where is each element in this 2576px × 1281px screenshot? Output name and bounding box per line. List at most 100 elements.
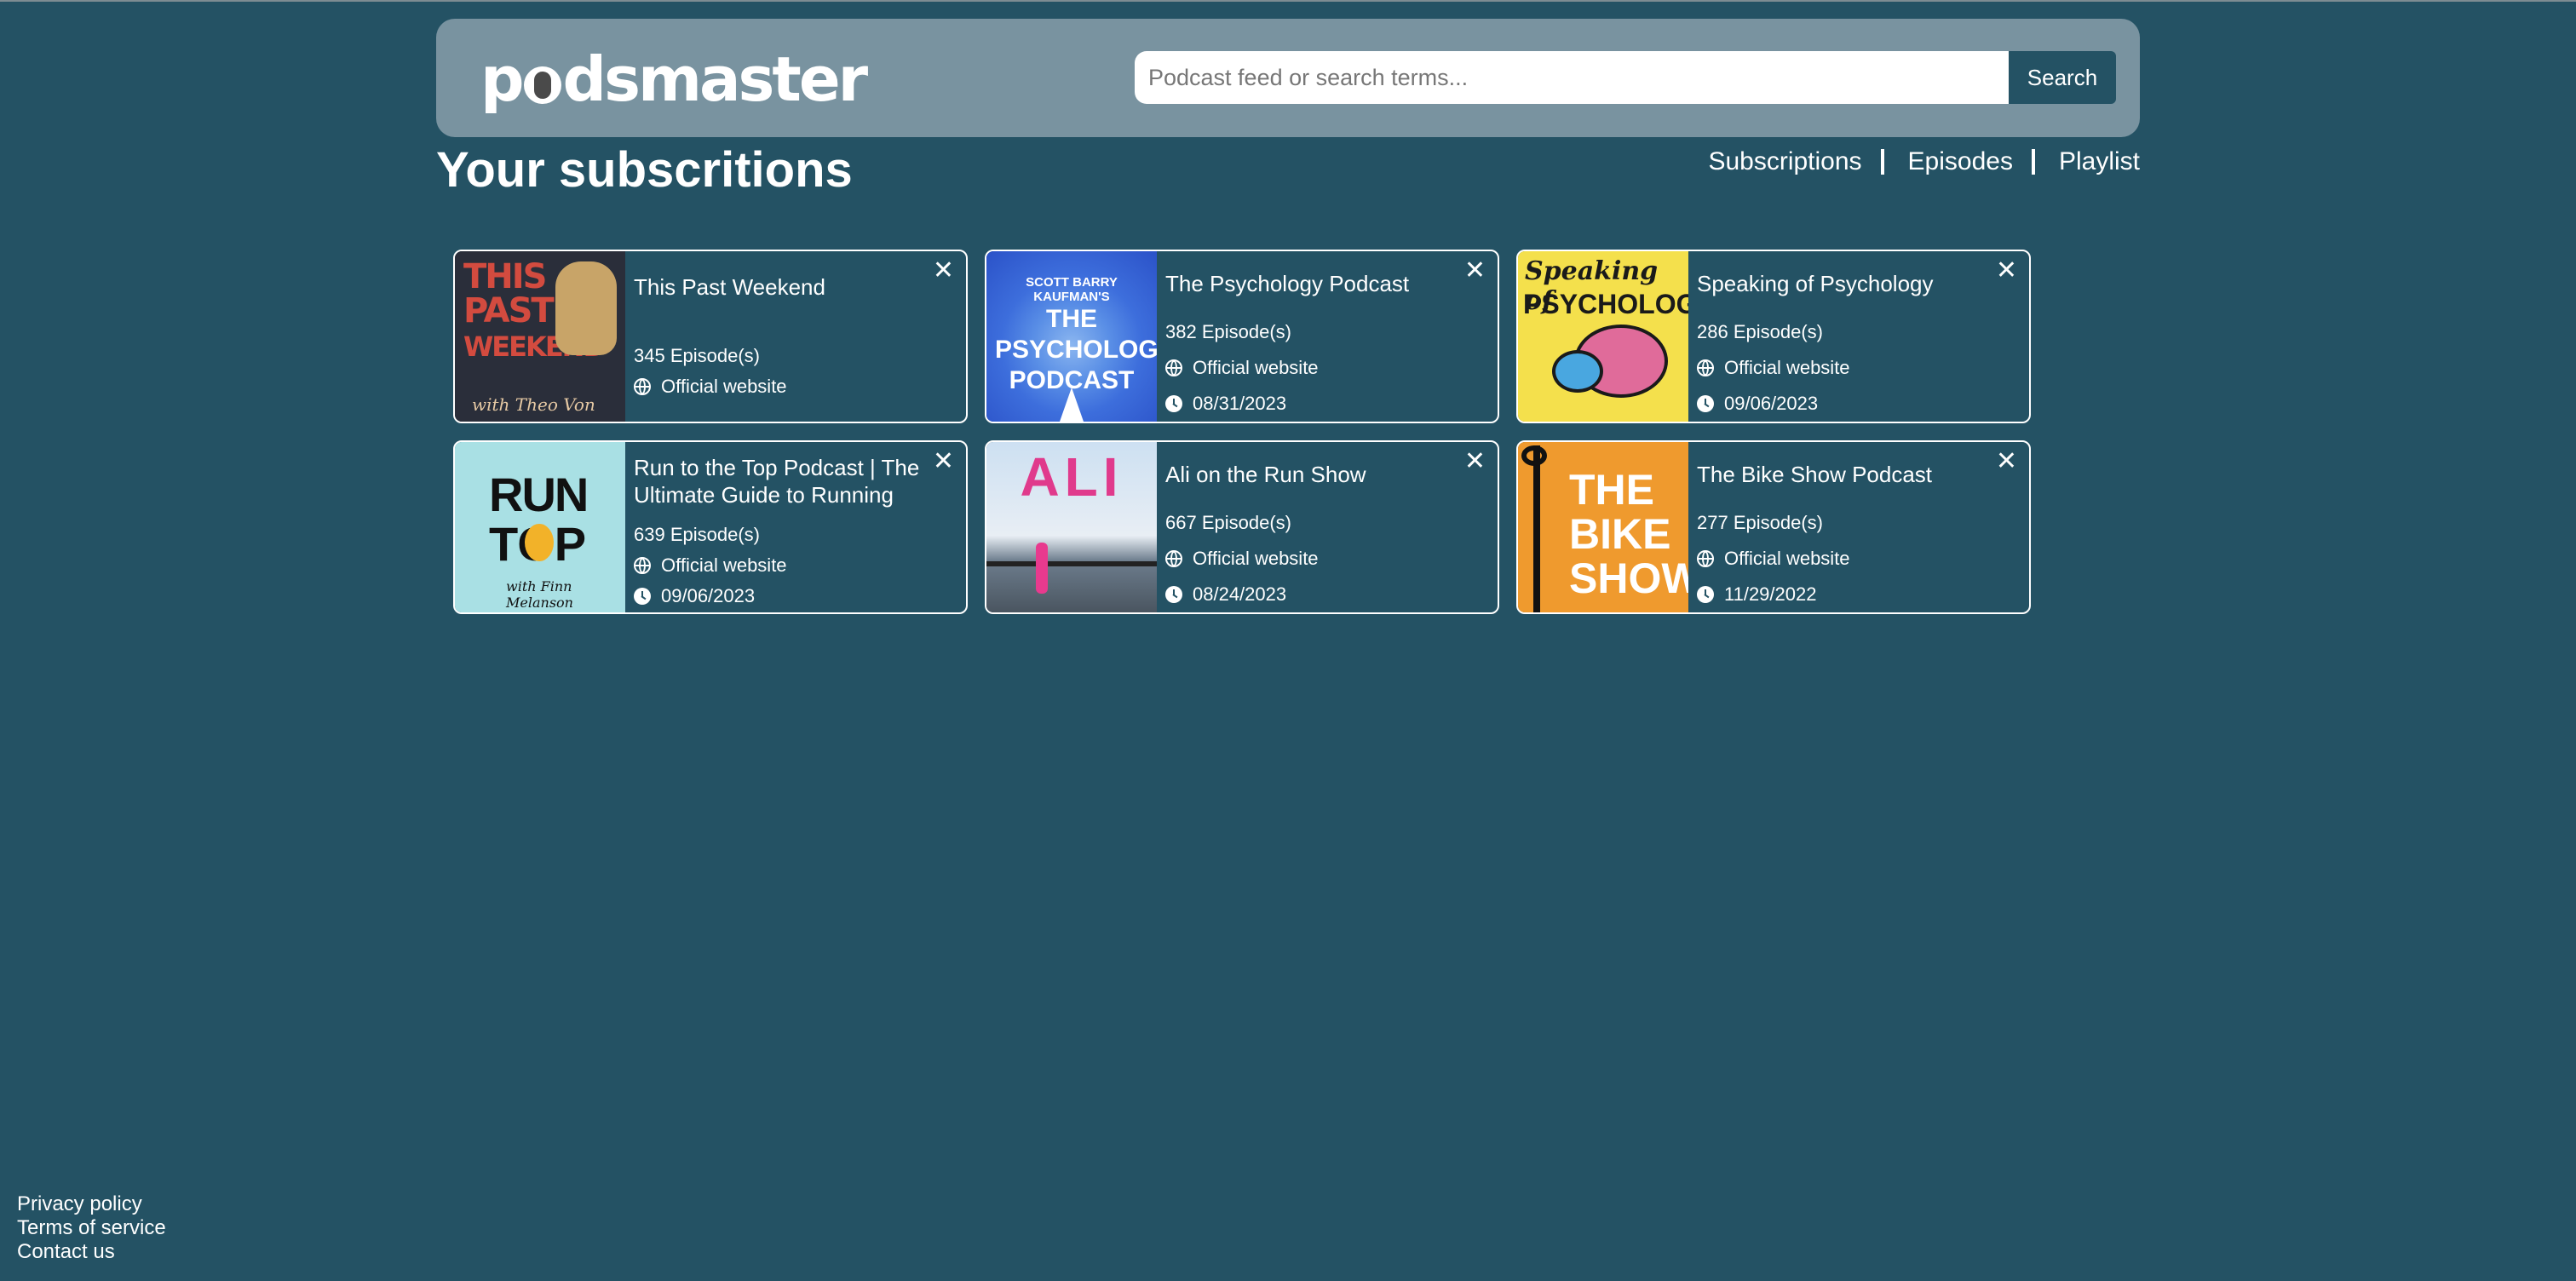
globe-icon: [1697, 359, 1714, 376]
microphone-icon: [523, 66, 561, 104]
subscription-card[interactable]: SCOTT BARRY KAUFMAN'S THE PSYCHOLOGY POD…: [985, 250, 1499, 423]
episode-count-text: 639 Episode(s): [634, 524, 760, 545]
website-text: Official website: [1724, 357, 1850, 378]
date-text: 09/06/2023: [1724, 393, 1819, 414]
cover-shape: [1060, 388, 1084, 422]
page-title: Your subscritions: [436, 142, 853, 198]
podcast-title[interactable]: Run to the Top Podcast | The Ultimate Gu…: [634, 454, 932, 508]
unsubscribe-button[interactable]: ✕: [933, 447, 954, 476]
search-input[interactable]: [1135, 51, 2009, 104]
globe-icon: [1165, 550, 1182, 567]
date-text: 08/24/2023: [1193, 583, 1287, 605]
nav-separator: [1880, 149, 1884, 175]
cover-text: PSYCHOLOGY: [1523, 289, 1688, 319]
card-info: This Past Weekend 345 Episode(s) Officia…: [625, 251, 966, 422]
handlebar-illustration: [1521, 445, 1547, 466]
date-text: 11/29/2022: [1724, 583, 1817, 605]
subscription-card[interactable]: RUN TOP with Finn Melanson Run to the To…: [453, 440, 968, 614]
cover-text: with Finn Melanson: [506, 578, 573, 611]
cover-text: PAST: [463, 291, 555, 330]
official-website-link[interactable]: Official website: [1165, 357, 1319, 379]
website-text: Official website: [1193, 357, 1319, 378]
podcast-cover: RUN TOP with Finn Melanson: [455, 442, 625, 612]
globe-icon: [634, 557, 651, 574]
unsubscribe-button[interactable]: ✕: [1996, 447, 2017, 476]
last-updated: 11/29/2022: [1697, 583, 1816, 606]
last-updated: 09/06/2023: [634, 585, 755, 607]
nav-playlist[interactable]: Playlist: [2059, 147, 2140, 176]
episode-count: 277 Episode(s): [1697, 512, 1823, 534]
subscription-card[interactable]: ALI Ali on the Run Show 667 Episode(s) O…: [985, 440, 1499, 614]
unsubscribe-button[interactable]: ✕: [933, 256, 954, 285]
unsubscribe-button[interactable]: ✕: [1996, 256, 2017, 285]
official-website-link[interactable]: Official website: [1697, 548, 1850, 570]
official-website-link[interactable]: Official website: [634, 554, 787, 577]
cover-text: ALI: [1020, 446, 1124, 508]
podcast-cover: THIS PAST WEEKEND with Theo Von: [455, 251, 625, 422]
podsmaster-logo[interactable]: p dsmaster: [480, 41, 869, 118]
nav-subscriptions[interactable]: Subscriptions: [1708, 147, 1861, 176]
podcast-title[interactable]: This Past Weekend: [634, 273, 932, 301]
cover-text: RUN: [489, 468, 589, 521]
nav-episodes[interactable]: Episodes: [1908, 147, 2013, 176]
podcast-cover: Speaking of PSYCHOLOGY: [1518, 251, 1688, 422]
search-button[interactable]: Search: [2009, 51, 2116, 104]
terms-of-service-link[interactable]: Terms of service: [17, 1216, 166, 1240]
episode-count-text: 667 Episode(s): [1165, 512, 1291, 533]
clock-icon: [1165, 395, 1182, 412]
subscription-card[interactable]: Speaking of PSYCHOLOGY Speaking of Psych…: [1516, 250, 2031, 423]
card-info: The Bike Show Podcast 277 Episode(s) Off…: [1688, 442, 2029, 612]
podcast-title[interactable]: The Psychology Podcast: [1165, 270, 1463, 297]
subscription-card[interactable]: THIS PAST WEEKEND with Theo Von This Past …: [453, 250, 968, 423]
subscriptions-grid: THIS PAST WEEKEND with Theo Von This Past …: [453, 250, 2033, 614]
clock-icon: [1697, 586, 1714, 603]
cover-fence: [986, 561, 1157, 566]
nav-separator: [2031, 149, 2035, 175]
window-top-border: [0, 0, 2576, 2]
cover-text: SCOTT BARRY KAUFMAN'S: [1026, 275, 1118, 304]
site-footer: Privacy policy Terms of service Contact …: [17, 1192, 166, 1264]
episode-count: 667 Episode(s): [1165, 512, 1291, 534]
cover-text: THE PSYCHOLOGY PODCAST: [995, 305, 1157, 394]
privacy-policy-link[interactable]: Privacy policy: [17, 1192, 166, 1216]
cover-signature: with Theo Von: [472, 394, 595, 415]
card-info: Speaking of Psychology 286 Episode(s) Of…: [1688, 251, 2029, 422]
podcast-cover: ALI: [986, 442, 1157, 612]
podcast-title[interactable]: Speaking of Psychology: [1697, 270, 1995, 297]
handlebar-illustration: [1533, 445, 1540, 612]
clock-icon: [1165, 586, 1182, 603]
main-nav: Subscriptions Episodes Playlist: [1708, 143, 2140, 181]
episode-count: 345 Episode(s): [634, 345, 760, 367]
podcast-title[interactable]: Ali on the Run Show: [1165, 461, 1463, 488]
website-text: Official website: [1724, 548, 1850, 569]
website-text: Official website: [661, 376, 787, 397]
site-header: p dsmaster Search: [436, 19, 2140, 137]
unsubscribe-button[interactable]: ✕: [1464, 256, 1486, 285]
official-website-link[interactable]: Official website: [1697, 357, 1850, 379]
card-info: Run to the Top Podcast | The Ultimate Gu…: [625, 442, 966, 612]
episode-count-text: 345 Episode(s): [634, 345, 760, 366]
contact-us-link[interactable]: Contact us: [17, 1240, 166, 1264]
card-info: The Psychology Podcast 382 Episode(s) Of…: [1157, 251, 1498, 422]
globe-icon: [634, 378, 651, 395]
podcast-cover: SCOTT BARRY KAUFMAN'S THE PSYCHOLOGY POD…: [986, 251, 1157, 422]
cover-portrait: [555, 261, 617, 355]
clock-icon: [1697, 395, 1714, 412]
official-website-link[interactable]: Official website: [1165, 548, 1319, 570]
globe-icon: [1697, 550, 1714, 567]
card-info: Ali on the Run Show 667 Episode(s) Offic…: [1157, 442, 1498, 612]
website-text: Official website: [661, 554, 787, 576]
last-updated: 09/06/2023: [1697, 393, 1818, 415]
official-website-link[interactable]: Official website: [634, 376, 787, 398]
podcast-title[interactable]: The Bike Show Podcast: [1697, 461, 1995, 488]
globe-icon: [1165, 359, 1182, 376]
logo-text-end: dsmaster: [562, 43, 869, 115]
clock-icon: [634, 588, 651, 605]
logo-text-start: p: [480, 43, 525, 115]
unsubscribe-button[interactable]: ✕: [1464, 447, 1486, 476]
cover-text: THE BIKE SHOW: [1569, 466, 1688, 602]
date-text: 08/31/2023: [1193, 393, 1287, 414]
last-updated: 08/31/2023: [1165, 393, 1286, 415]
subscription-card[interactable]: THE BIKE SHOW The Bike Show Podcast 277 …: [1516, 440, 2031, 614]
medal-illustration: [525, 524, 554, 561]
